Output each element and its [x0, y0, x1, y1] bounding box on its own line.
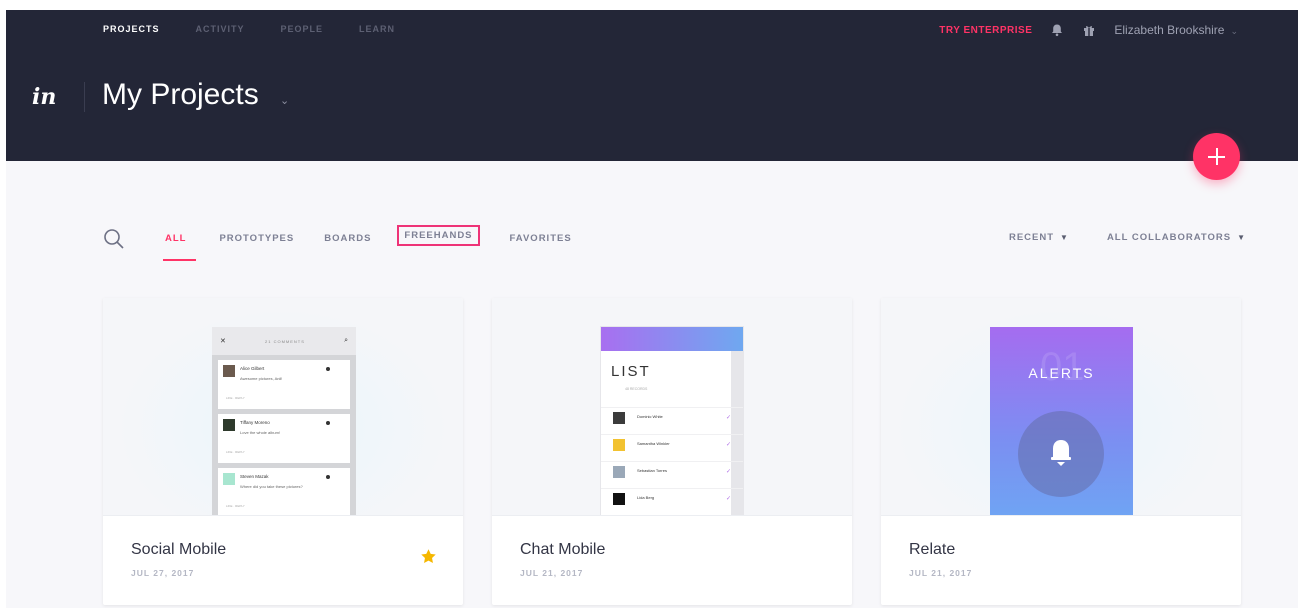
- user-menu[interactable]: Elizabeth Brookshire ⌄: [1114, 21, 1238, 39]
- nav-learn[interactable]: LEARN: [359, 24, 395, 34]
- screen-preview: LIST 48 RECORDS Dominic White ✓ Samantha…: [601, 327, 743, 515]
- project-card-chat-mobile[interactable]: LIST 48 RECORDS Dominic White ✓ Samantha…: [492, 298, 852, 605]
- nav-activity[interactable]: ACTIVITY: [196, 24, 245, 34]
- project-date: JUL 21, 2017: [520, 568, 584, 578]
- project-name[interactable]: Chat Mobile: [520, 541, 605, 559]
- comment-author: Alice Gilbert: [240, 366, 265, 371]
- check-icon: ✓: [725, 442, 731, 448]
- comment-text: Where did you take these pictures?: [240, 484, 303, 489]
- project-card-social-mobile[interactable]: ✕ 21 COMMENTS ⌕ Alice Gilbert Awesome pi…: [103, 298, 463, 605]
- gift-icon[interactable]: [1082, 23, 1096, 37]
- preview-comments-count: 21 COMMENTS: [265, 338, 305, 344]
- preview-header: ✕ 21 COMMENTS ⌕: [212, 327, 356, 355]
- comment-meta: LIKE · REPLY: [226, 450, 245, 454]
- list-item-name: Dominic White: [637, 414, 663, 419]
- caret-down-icon: ▼: [1060, 233, 1069, 242]
- chevron-down-icon[interactable]: ⌄: [280, 94, 289, 107]
- collaborators-dropdown[interactable]: ALL COLLABORATORS ▼: [1107, 232, 1246, 243]
- avatar: [613, 493, 625, 505]
- sort-controls: RECENT ▼ ALL COLLABORATORS ▼: [1009, 232, 1246, 243]
- header-bar: PROJECTS ACTIVITY PEOPLE LEARN TRY ENTER…: [6, 10, 1298, 161]
- caret-down-icon: ▼: [1237, 233, 1246, 242]
- project-name[interactable]: Social Mobile: [131, 541, 226, 559]
- tab-prototypes[interactable]: PROTOTYPES: [219, 233, 294, 244]
- chevron-down-icon: ⌄: [1230, 26, 1238, 36]
- list-item: Dominic White ✓: [601, 407, 743, 429]
- user-name: Elizabeth Brookshire: [1114, 23, 1225, 37]
- avatar: [223, 473, 235, 485]
- project-name[interactable]: Relate: [909, 541, 955, 559]
- screen-preview: 01 ALERTS: [990, 327, 1133, 515]
- check-icon: ✓: [725, 415, 731, 421]
- tab-boards[interactable]: BOARDS: [324, 233, 371, 244]
- project-thumbnail[interactable]: 01 ALERTS: [881, 298, 1241, 516]
- nav-projects[interactable]: PROJECTS: [103, 24, 160, 34]
- header-right-tools: TRY ENTERPRISE Elizabeth Brookshire ⌄: [939, 21, 1238, 39]
- comment-item: Alice Gilbert Awesome pictures, Anil! LI…: [218, 360, 350, 409]
- avatar: [223, 365, 235, 377]
- avatar: [613, 439, 625, 451]
- status-dot: [326, 421, 330, 425]
- screen-preview: ✕ 21 COMMENTS ⌕ Alice Gilbert Awesome pi…: [212, 327, 356, 515]
- project-date: JUL 21, 2017: [909, 568, 973, 578]
- star-icon[interactable]: [420, 548, 437, 565]
- collaborators-label: ALL COLLABORATORS: [1106, 232, 1232, 243]
- avatar: [613, 466, 625, 478]
- project-date: JUL 27, 2017: [131, 568, 195, 578]
- tab-favorites[interactable]: FAVORITES: [510, 233, 572, 244]
- list-item: Samantha Winkler ✓: [601, 434, 743, 456]
- filter-tabs: ALL PROTOTYPES BOARDS FREEHANDS FAVORITE…: [162, 225, 572, 261]
- invision-logo[interactable]: in: [32, 84, 56, 110]
- tab-freehands[interactable]: FREEHANDS: [397, 225, 480, 246]
- comment-text: Love the whole album!: [240, 430, 281, 435]
- sort-dropdown[interactable]: RECENT ▼: [1009, 232, 1069, 243]
- status-dot: [326, 475, 330, 479]
- bell-icon: [1051, 440, 1071, 466]
- top-navigation: PROJECTS ACTIVITY PEOPLE LEARN: [103, 24, 395, 34]
- bell-icon[interactable]: [1050, 23, 1064, 37]
- comment-meta: LIKE · REPLY: [226, 504, 245, 508]
- try-enterprise-link[interactable]: TRY ENTERPRISE: [939, 25, 1032, 36]
- list-item-name: Samantha Winkler: [637, 441, 670, 446]
- project-thumbnail[interactable]: LIST 48 RECORDS Dominic White ✓ Samantha…: [492, 298, 852, 516]
- comment-author: Tiffany Moreno: [240, 420, 270, 425]
- preview-toolbar: [601, 327, 743, 351]
- comment-text: Awesome pictures, Anil!: [240, 376, 283, 381]
- check-icon: ✓: [725, 496, 731, 502]
- check-icon: ✓: [725, 469, 731, 475]
- close-icon: ✕: [220, 338, 226, 345]
- list-item: Sebastian Torres ✓: [601, 461, 743, 483]
- search-icon: ⌕: [344, 337, 348, 344]
- comment-author: Steven Mazak: [240, 474, 269, 479]
- list-item-name: Lida Berg: [637, 495, 655, 500]
- list-item-name: Sebastian Torres: [637, 468, 667, 473]
- project-card-relate[interactable]: 01 ALERTS Relate JUL 21, 2017: [881, 298, 1241, 605]
- search-icon[interactable]: [103, 228, 125, 250]
- tab-all[interactable]: ALL: [162, 233, 198, 261]
- sort-label: RECENT: [1008, 232, 1055, 243]
- avatar: [613, 412, 625, 424]
- add-project-button[interactable]: [1193, 133, 1240, 180]
- status-dot: [326, 367, 330, 371]
- preview-subheading: 48 RECORDS: [625, 387, 648, 391]
- preview-heading: LIST: [611, 363, 651, 380]
- preview-heading: ALERTS: [1028, 365, 1095, 381]
- nav-people[interactable]: PEOPLE: [281, 24, 324, 34]
- comment-meta: LIKE · REPLY: [226, 396, 245, 400]
- app-window: PROJECTS ACTIVITY PEOPLE LEARN TRY ENTER…: [6, 10, 1298, 608]
- page-title[interactable]: My Projects: [102, 78, 259, 112]
- comment-item: Tiffany Moreno Love the whole album! LIK…: [218, 414, 350, 463]
- logo-divider: [84, 82, 85, 112]
- avatar: [223, 419, 235, 431]
- project-thumbnail[interactable]: ✕ 21 COMMENTS ⌕ Alice Gilbert Awesome pi…: [103, 298, 463, 516]
- list-item: Lida Berg ✓: [601, 488, 743, 510]
- comment-item: Steven Mazak Where did you take these pi…: [218, 468, 350, 515]
